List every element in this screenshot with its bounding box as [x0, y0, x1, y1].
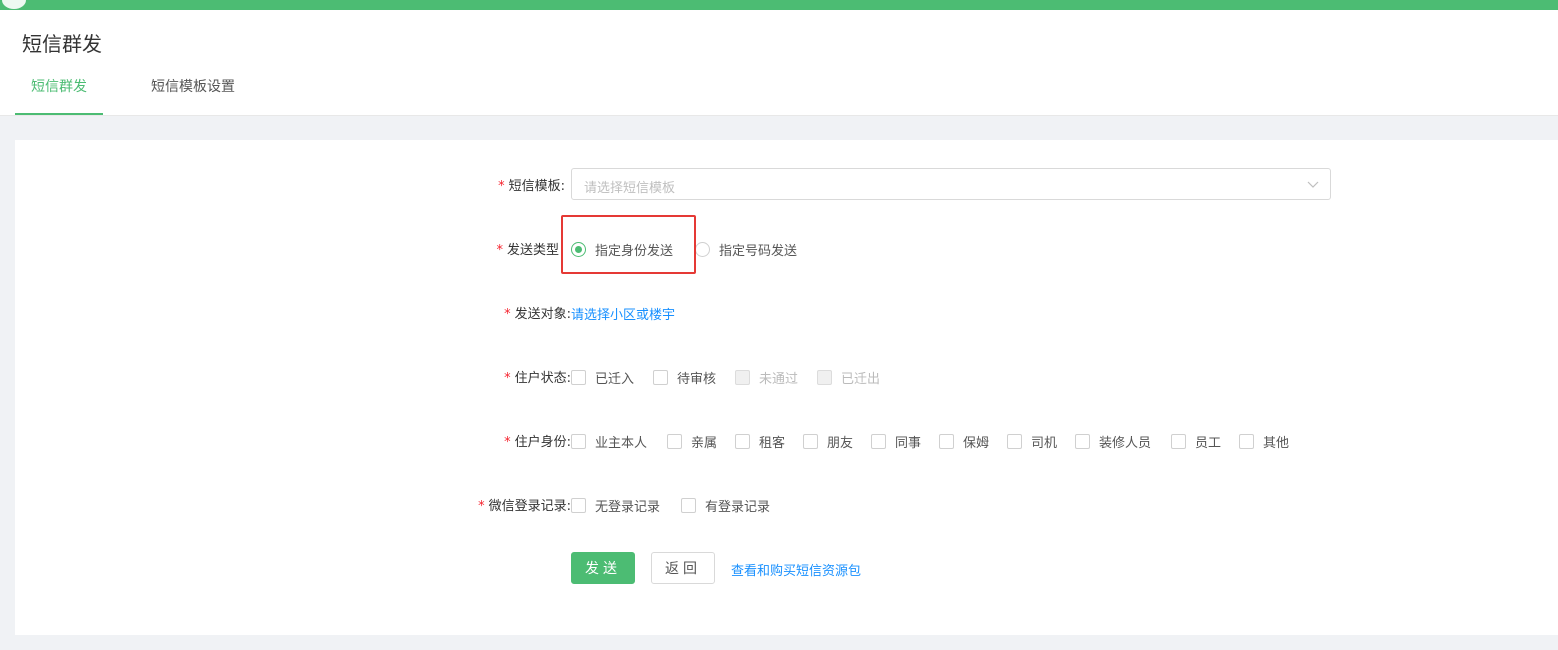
checkbox[interactable]: [1239, 434, 1254, 449]
checkbox-relative[interactable]: 亲属: [667, 432, 717, 451]
radio-button[interactable]: [695, 242, 710, 257]
checkbox[interactable]: [571, 434, 586, 449]
checkbox[interactable]: [571, 498, 586, 513]
checkbox[interactable]: [1171, 434, 1186, 449]
checkbox[interactable]: [1007, 434, 1022, 449]
highlight-annotation-box: [561, 215, 696, 274]
radio-send-by-number[interactable]: 指定号码发送: [695, 240, 797, 259]
resident-status-row: * 住户状态:: [15, 360, 571, 392]
checkbox[interactable]: [803, 434, 818, 449]
send-type-label: * 发送类型: [496, 242, 559, 258]
wechat-login-row: * 微信登录记录:: [15, 488, 571, 520]
checkbox: [817, 370, 832, 385]
buy-sms-package-link[interactable]: 查看和购买短信资源包: [731, 560, 861, 579]
resident-identity-row: * 住户身份:: [15, 424, 571, 456]
checkbox-friend[interactable]: 朋友: [803, 432, 853, 451]
logo-icon: [2, 0, 26, 9]
template-label: * 短信模板:: [498, 178, 565, 194]
resident-status-label: * 住户状态:: [504, 370, 571, 386]
checkbox[interactable]: [871, 434, 886, 449]
checkbox-employee[interactable]: 员工: [1171, 432, 1221, 451]
template-select[interactable]: 请选择短信模板: [571, 168, 1331, 200]
checkbox: [735, 370, 750, 385]
checkbox[interactable]: [1075, 434, 1090, 449]
target-row: * 发送对象:: [15, 296, 571, 328]
checkbox[interactable]: [939, 434, 954, 449]
checkbox-decorator[interactable]: 装修人员: [1075, 432, 1151, 451]
chevron-down-icon: [1307, 181, 1319, 188]
resident-identity-label: * 住户身份:: [504, 434, 571, 450]
tab-sms-template-settings[interactable]: 短信模板设置: [151, 76, 235, 116]
tab-sms-broadcast[interactable]: 短信群发: [31, 76, 87, 116]
checkbox[interactable]: [571, 370, 586, 385]
checkbox-other[interactable]: 其他: [1239, 432, 1289, 451]
checkbox-pending-review[interactable]: 待审核: [653, 368, 716, 387]
checkbox[interactable]: [667, 434, 682, 449]
send-type-row: * 发送类型: [15, 232, 571, 264]
checkbox-driver[interactable]: 司机: [1007, 432, 1057, 451]
back-button[interactable]: 返回: [651, 552, 715, 584]
checkbox-not-approved: 未通过: [735, 368, 798, 387]
checkbox-owner[interactable]: 业主本人: [571, 432, 647, 451]
checkbox-moved-out: 已迁出: [817, 368, 880, 387]
checkbox-tenant[interactable]: 租客: [735, 432, 785, 451]
form-card: * 短信模板: 请选择短信模板 * 发送类型 指定身份发送 指定号码发送 * 发送对象…: [15, 140, 1558, 635]
checkbox-nanny[interactable]: 保姆: [939, 432, 989, 451]
checkbox[interactable]: [735, 434, 750, 449]
template-row: * 短信模板:: [15, 168, 571, 200]
page-header: 短信群发 短信群发 短信模板设置: [0, 10, 1558, 116]
target-label: * 发送对象:: [504, 306, 571, 322]
checkbox-moved-in[interactable]: 已迁入: [571, 368, 634, 387]
checkbox-no-login-record[interactable]: 无登录记录: [571, 496, 660, 515]
template-select-placeholder: 请选择短信模板: [584, 181, 676, 196]
wechat-login-label: * 微信登录记录:: [478, 498, 571, 514]
select-community-link[interactable]: 请选择小区或楼宇: [571, 304, 675, 323]
checkbox-has-login-record[interactable]: 有登录记录: [681, 496, 770, 515]
checkbox[interactable]: [653, 370, 668, 385]
checkbox[interactable]: [681, 498, 696, 513]
page-title: 短信群发: [22, 32, 102, 56]
send-button[interactable]: 发送: [571, 552, 635, 584]
top-bar: [0, 0, 1558, 10]
checkbox-colleague[interactable]: 同事: [871, 432, 921, 451]
active-tab-indicator: [15, 113, 103, 115]
